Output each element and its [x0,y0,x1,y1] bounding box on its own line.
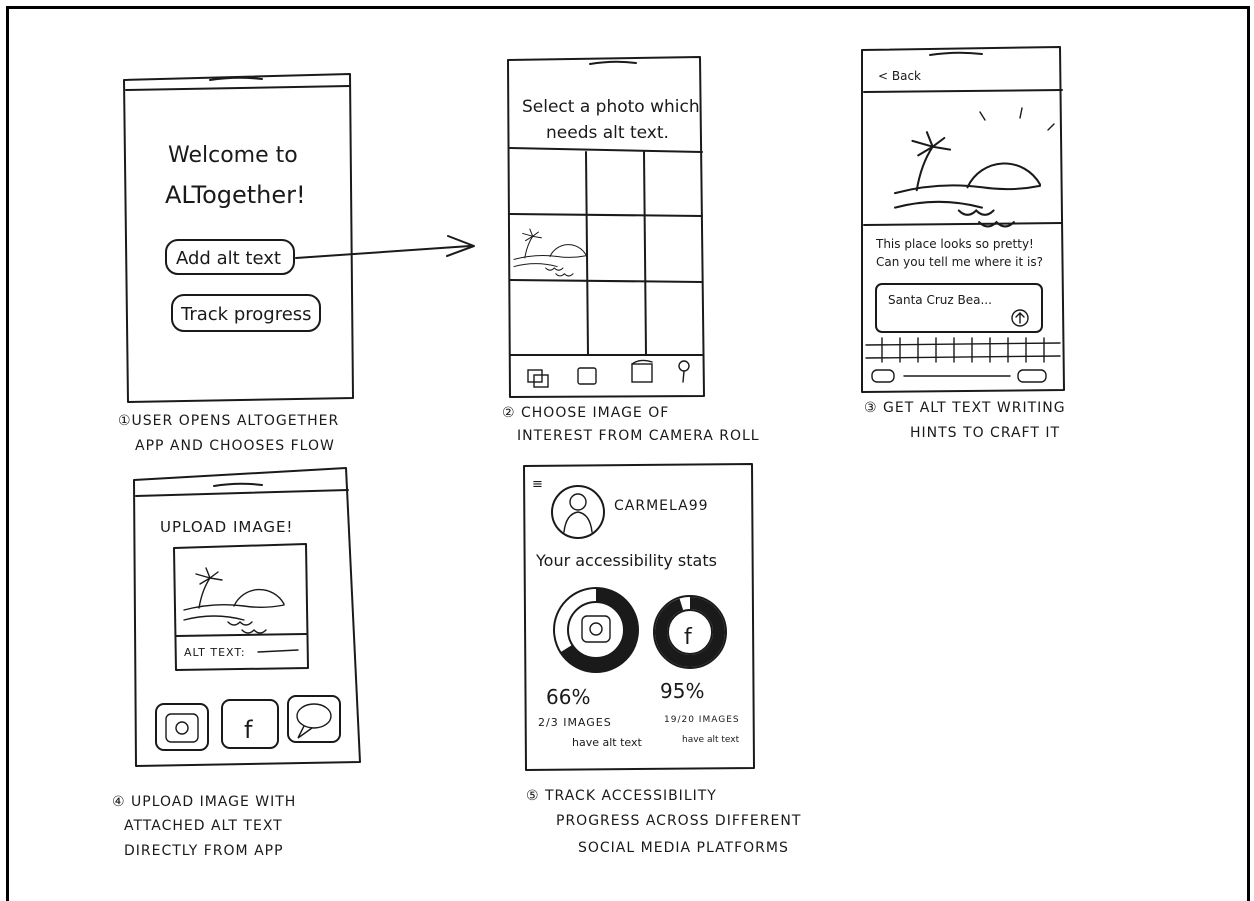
alt-text-label: ALT TEXT: [184,646,246,659]
track-progress-label: Track progress [180,304,312,325]
screen-stats: ≡ CARMELA99 Your accessibility stats f 6… [523,463,755,771]
menu-icon[interactable]: ≡ [532,477,543,492]
caption-step1-line1: ①USER OPENS ALTOGETHER [118,413,339,429]
facebook-count: 19/20 IMAGES [664,715,740,725]
facebook-note: have alt text [682,735,740,745]
instagram-count: 2/3 IMAGES [538,716,612,729]
caption-step4-line3: DIRECTLY FROM APP [124,843,284,859]
instagram-icon [581,615,611,643]
caption-step3-line1: ③ GET ALT TEXT WRITING [864,400,1066,416]
facebook-percent: 95% [660,679,704,703]
alt-text-input-value: Santa Cruz Bea... [888,293,992,307]
upload-title: UPLOAD IMAGE! [160,518,293,536]
welcome-text-line1: Welcome to [168,143,298,168]
track-progress-button[interactable]: Track progress [171,294,321,332]
hint-text-line2: Can you tell me where it is? [876,255,1043,269]
album-icon[interactable] [577,367,597,385]
instagram-icon [165,713,199,743]
folder-icon[interactable] [631,359,653,383]
caption-step1-line2: APP AND CHOOSES FLOW [135,438,335,454]
facebook-stat-ring[interactable]: f [653,595,727,669]
back-button[interactable]: < Back [878,69,921,83]
picker-toolbar [527,359,690,388]
avatar[interactable] [551,485,605,539]
alt-text-input[interactable]: Santa Cruz Bea... [875,283,1043,333]
username: CARMELA99 [614,498,709,514]
caption-step5-line1: ⑤ TRACK ACCESSIBILITY [526,788,717,804]
caption-step2-line1: ② CHOOSE IMAGE OF [502,405,669,421]
stats-title: Your accessibility stats [535,551,717,570]
facebook-icon: f [244,716,253,744]
caption-step4-line1: ④ UPLOAD IMAGE WITH [112,794,296,810]
add-alt-text-label: Add alt text [176,248,281,269]
instagram-stat-ring[interactable] [553,587,639,673]
screen-photo-picker: Select a photo which needs alt text. [507,56,705,398]
add-alt-text-button[interactable]: Add alt text [165,239,295,275]
hint-text-line1: This place looks so pretty! [875,237,1034,251]
caption-step2-line2: INTEREST FROM CAMERA ROLL [517,428,760,444]
welcome-text-line2: ALTogether! [165,181,306,209]
photo-thumbnail-beach[interactable] [513,228,587,277]
screen-upload: UPLOAD IMAGE! ALT TEXT: f [133,467,361,767]
search-icon[interactable] [678,360,690,383]
screen-welcome: Welcome to ALTogether! Add alt text Trac… [123,73,354,403]
instagram-progress-arc [554,588,638,672]
picker-prompt-line2: needs alt text. [546,123,669,143]
storyboard: Welcome to ALTogether! Add alt text Trac… [112,46,1066,859]
caption-step5-line2: PROGRESS ACROSS DIFFERENT [556,813,801,829]
caption-step4-line2: ATTACHED ALT TEXT [124,818,283,834]
caption-step3-line2: HINTS TO CRAFT IT [910,425,1060,441]
instagram-share-button[interactable] [155,703,209,751]
instagram-percent: 66% [546,685,590,709]
picker-prompt-line1: Select a photo which [522,97,700,117]
keyboard[interactable] [865,337,1061,383]
hint-image-beach [893,107,1055,228]
upload-image-card[interactable]: ALT TEXT: [173,543,309,671]
messages-share-button[interactable] [287,695,341,743]
screen-alt-hints: < Back This place looks so pretty! Can y… [861,46,1065,393]
caption-step5-line3: SOCIAL MEDIA PLATFORMS [578,840,789,856]
flow-arrow [295,235,475,259]
speech-bubble-icon [296,703,332,739]
instagram-note: have alt text [572,736,642,749]
facebook-icon: f [684,625,693,650]
gallery-icon[interactable] [527,369,549,388]
